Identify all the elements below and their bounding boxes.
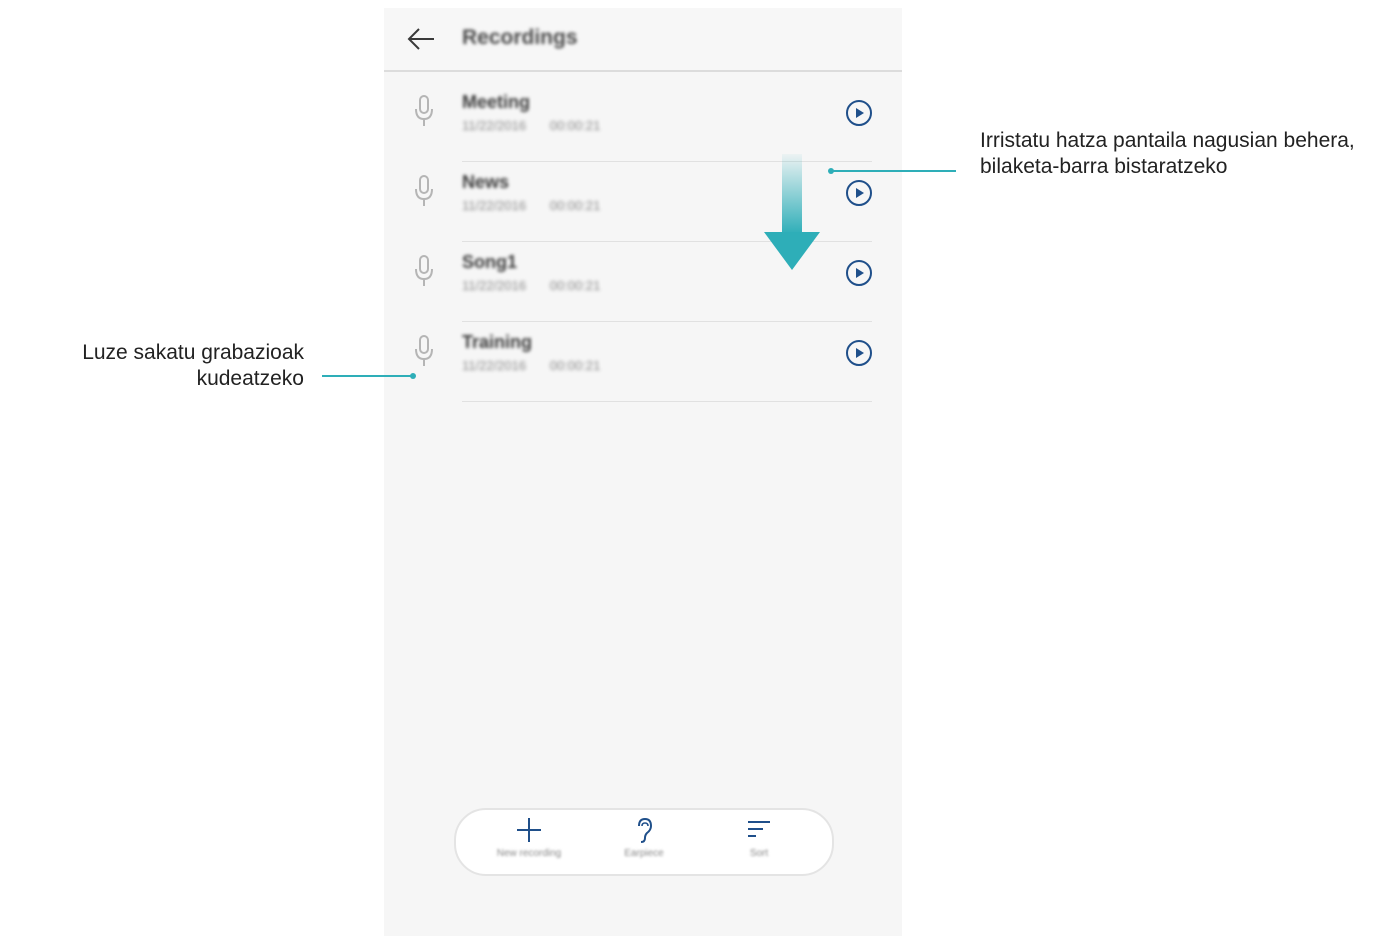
swipe-down-arrow-icon [764,154,820,270]
bottom-toolbar: New recording Earpiece Sort [454,808,834,876]
new-recording-label: New recording [496,848,562,859]
play-circle-icon[interactable] [844,98,874,128]
recording-meta: 11/22/2016 00:00:21 [462,358,601,373]
recording-meta: 11/22/2016 00:00:21 [462,198,601,213]
microphone-icon [415,255,433,286]
list-item[interactable]: News 11/22/2016 00:00:21 [384,162,902,242]
list-item[interactable]: Song1 11/22/2016 00:00:21 [384,242,902,322]
play-circle-icon[interactable] [844,338,874,368]
phone-screen: Recordings Meeting 11/22/2016 00:00:21 N… [384,8,902,936]
callout-line-swipe [832,170,956,172]
earpiece-button[interactable]: Earpiece [589,816,699,872]
recording-name: Training [462,332,533,352]
app-bar: Recordings [384,8,902,72]
sort-label: Sort [749,848,769,859]
sort-button[interactable]: Sort [704,816,814,872]
play-circle-icon[interactable] [844,178,874,208]
plus-icon [517,818,541,842]
page-title: Recordings [462,26,578,49]
recording-meta: 11/22/2016 00:00:21 [462,278,601,293]
recording-name: Meeting [462,92,531,112]
microphone-icon [415,95,433,126]
sort-icon [748,821,770,837]
longpress-annotation: Luze sakatu grabazioak kudeatzeko [82,341,304,390]
ear-icon [638,817,653,843]
list-item[interactable]: Training 11/22/2016 00:00:21 [384,322,902,402]
callout-line-longpress [322,375,414,377]
microphone-icon [415,335,433,366]
list-item[interactable]: Meeting 11/22/2016 00:00:21 [384,82,902,162]
divider [462,401,872,402]
new-recording-button[interactable]: New recording [474,816,584,872]
recording-name: Song1 [462,252,518,272]
callout-dot-longpress [410,373,416,379]
back-arrow-icon[interactable] [406,26,436,52]
play-circle-icon[interactable] [844,258,874,288]
microphone-icon [415,175,433,206]
recording-meta: 11/22/2016 00:00:21 [462,118,601,133]
recording-name: News [462,172,510,192]
earpiece-label: Earpiece [624,848,664,859]
swipe-annotation: Irristatu hatza pantaila nagusian behera… [980,129,1355,178]
